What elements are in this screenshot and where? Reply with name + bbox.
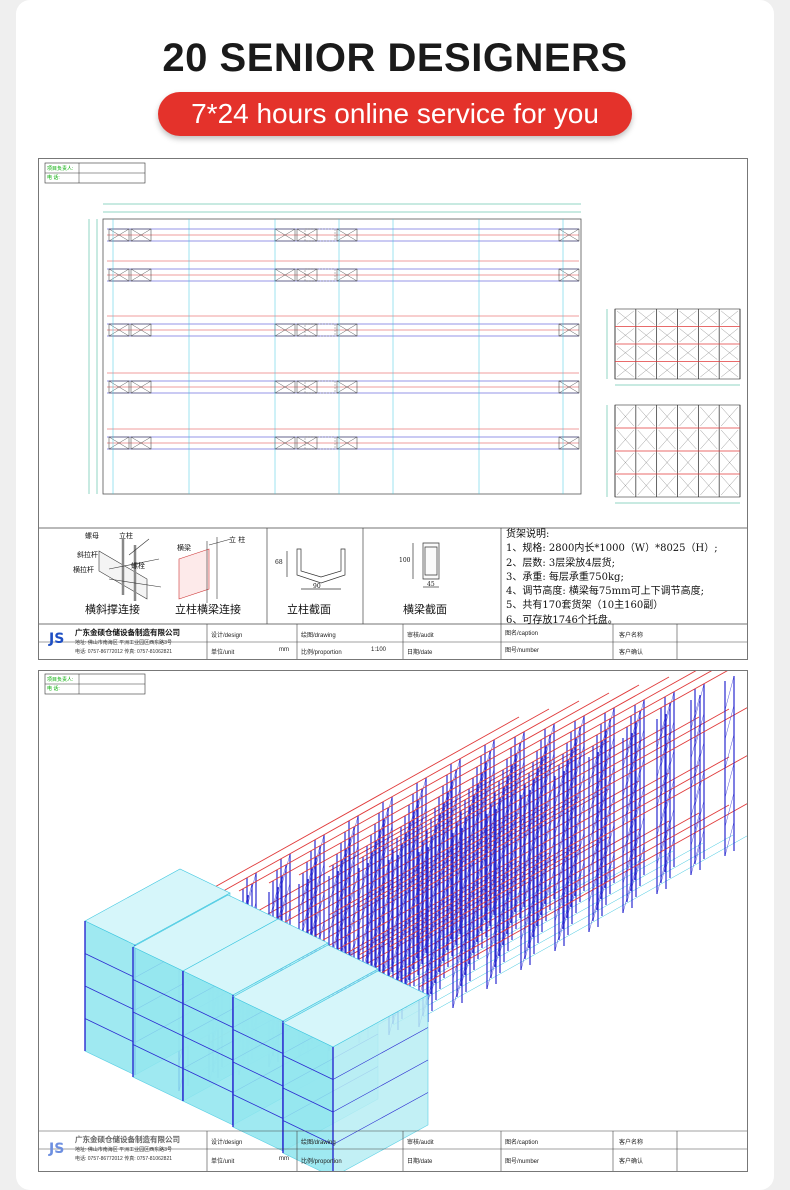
tb-design: 设计/design	[211, 633, 243, 639]
brace-label-horizontal: 横拉杆	[73, 566, 94, 574]
tb-number: 图号/number	[505, 1159, 540, 1165]
column-section-dim-90: 90	[313, 583, 321, 590]
phone-label: 电 话:	[47, 175, 60, 181]
svg-text:JS: JS	[48, 631, 64, 647]
headline: 20 SENIOR DESIGNERS	[162, 36, 628, 80]
beam-section-dim-100: 100	[399, 557, 411, 564]
project-manager-label: 项目负责人:	[47, 166, 74, 172]
company-address: 地址: 佛山市南海区 平洲工业园区西东路3号	[75, 640, 172, 646]
isometric-drawing: JS	[39, 671, 747, 1171]
tb-customer: 客户名称	[619, 1140, 644, 1146]
page: 20 SENIOR DESIGNERS 7*24 hours online se…	[0, 0, 790, 1190]
company-logo-icon: JS	[48, 1141, 64, 1157]
svg-text:JS: JS	[48, 1141, 64, 1157]
tb-drawing: 绘图/drawing	[301, 1140, 336, 1146]
rack-row-iso	[418, 671, 747, 1028]
tb-confirm: 客户确认	[619, 1159, 644, 1165]
column-beam-caption: 立柱横梁连接	[175, 603, 241, 616]
isometric-drawing-sheet: 项目负责人: 电 话: JS 广东金硕仓储设备制造有限公司 地址: 佛山市南海区…	[38, 670, 748, 1172]
column-beam-label-column: 立 柱	[229, 536, 246, 544]
tb-proportion: 比例/proportion	[301, 650, 342, 656]
tb-date: 日期/date	[407, 650, 433, 656]
tb-proportion: 比例/proportion	[301, 1159, 342, 1165]
brace-label-column: 立柱	[119, 532, 133, 540]
tb-unit: 单位/unit	[211, 650, 235, 656]
brace-label-bolt: 螺栓	[131, 562, 145, 570]
tb-unit-value: mm	[279, 647, 289, 653]
rack-spec-line: 6、可存放1746个托盘。	[506, 614, 618, 626]
brace-detail-drawing	[98, 538, 162, 601]
company-phone: 电话: 0757-86772012 传真: 0757-81062821	[75, 649, 173, 655]
elevation-view	[606, 404, 741, 504]
plan-outline	[102, 218, 582, 495]
tb-caption: 图名/caption	[505, 631, 539, 637]
company-address: 地址: 佛山市南海区 平洲工业园区西东路3号	[75, 1147, 172, 1153]
brace-label-diagonal: 斜拉杆	[77, 551, 98, 559]
rack-spec-line: 3、承重: 每层承重750kg;	[506, 571, 624, 583]
tb-caption: 图名/caption	[505, 1140, 539, 1146]
company-name: 广东金硕仓储设备制造有限公司	[75, 628, 180, 637]
plan-drawing-sheet: 项目负责人: 电 话: JS 横斜撑连接 螺母 斜拉杆 横拉杆 立柱 螺栓 立柱…	[38, 158, 748, 660]
column-section-caption: 立柱截面	[287, 603, 331, 616]
isometric-racks	[84, 671, 747, 1171]
brace-label-nut: 螺母	[85, 532, 99, 540]
tb-confirm: 客户确认	[619, 650, 644, 656]
project-manager-label: 项目负责人:	[47, 677, 74, 683]
side-elevations	[606, 308, 741, 504]
column-section-dim-68: 68	[275, 559, 283, 566]
tb-audit: 审核/audit	[407, 633, 434, 639]
rack-spec-line: 5、共有170套货架（10主160副）	[506, 600, 664, 612]
tb-customer: 客户名称	[619, 633, 644, 639]
rack-spec-line: 2、层数: 3层梁放4层货;	[506, 557, 616, 569]
rack-spec-line: 4、调节高度: 横梁每75mm可上下调节高度;	[506, 586, 704, 598]
tb-drawing: 绘图/drawing	[301, 633, 336, 639]
tb-number: 图号/number	[505, 648, 540, 654]
elevation-view	[606, 308, 741, 386]
phone-label: 电 话:	[47, 686, 60, 692]
rack-spec-notes: 货架说明: 1、规格: 2800内长*1000（W）*8025（H）; 2、层数…	[506, 528, 718, 628]
tb-audit: 审核/audit	[407, 1140, 434, 1146]
tb-design: 设计/design	[211, 1140, 243, 1146]
beam-section-dim-45: 45	[427, 581, 435, 588]
beam-section-drawing	[412, 542, 440, 588]
company-phone: 电话: 0757-86772012 传真: 0757-81062821	[75, 1156, 173, 1162]
rack-spec-line: 1、规格: 2800内长*1000（W）*8025（H）;	[506, 543, 718, 555]
tb-unit-value: mm	[279, 1156, 289, 1162]
company-logo-icon: JS	[48, 631, 64, 647]
tb-date: 日期/date	[407, 1159, 433, 1165]
column-beam-label-beam: 横梁	[177, 544, 191, 552]
beam-section-caption: 横梁截面	[403, 603, 447, 616]
company-name: 广东金硕仓储设备制造有限公司	[75, 1135, 180, 1144]
tb-proportion-value: 1:100	[371, 647, 387, 653]
service-pill: 7*24 hours online service for you	[158, 92, 632, 136]
tb-unit: 单位/unit	[211, 1159, 235, 1165]
rack-spec-title: 货架说明:	[506, 529, 550, 540]
brace-detail-caption: 横斜撑连接	[85, 603, 140, 616]
